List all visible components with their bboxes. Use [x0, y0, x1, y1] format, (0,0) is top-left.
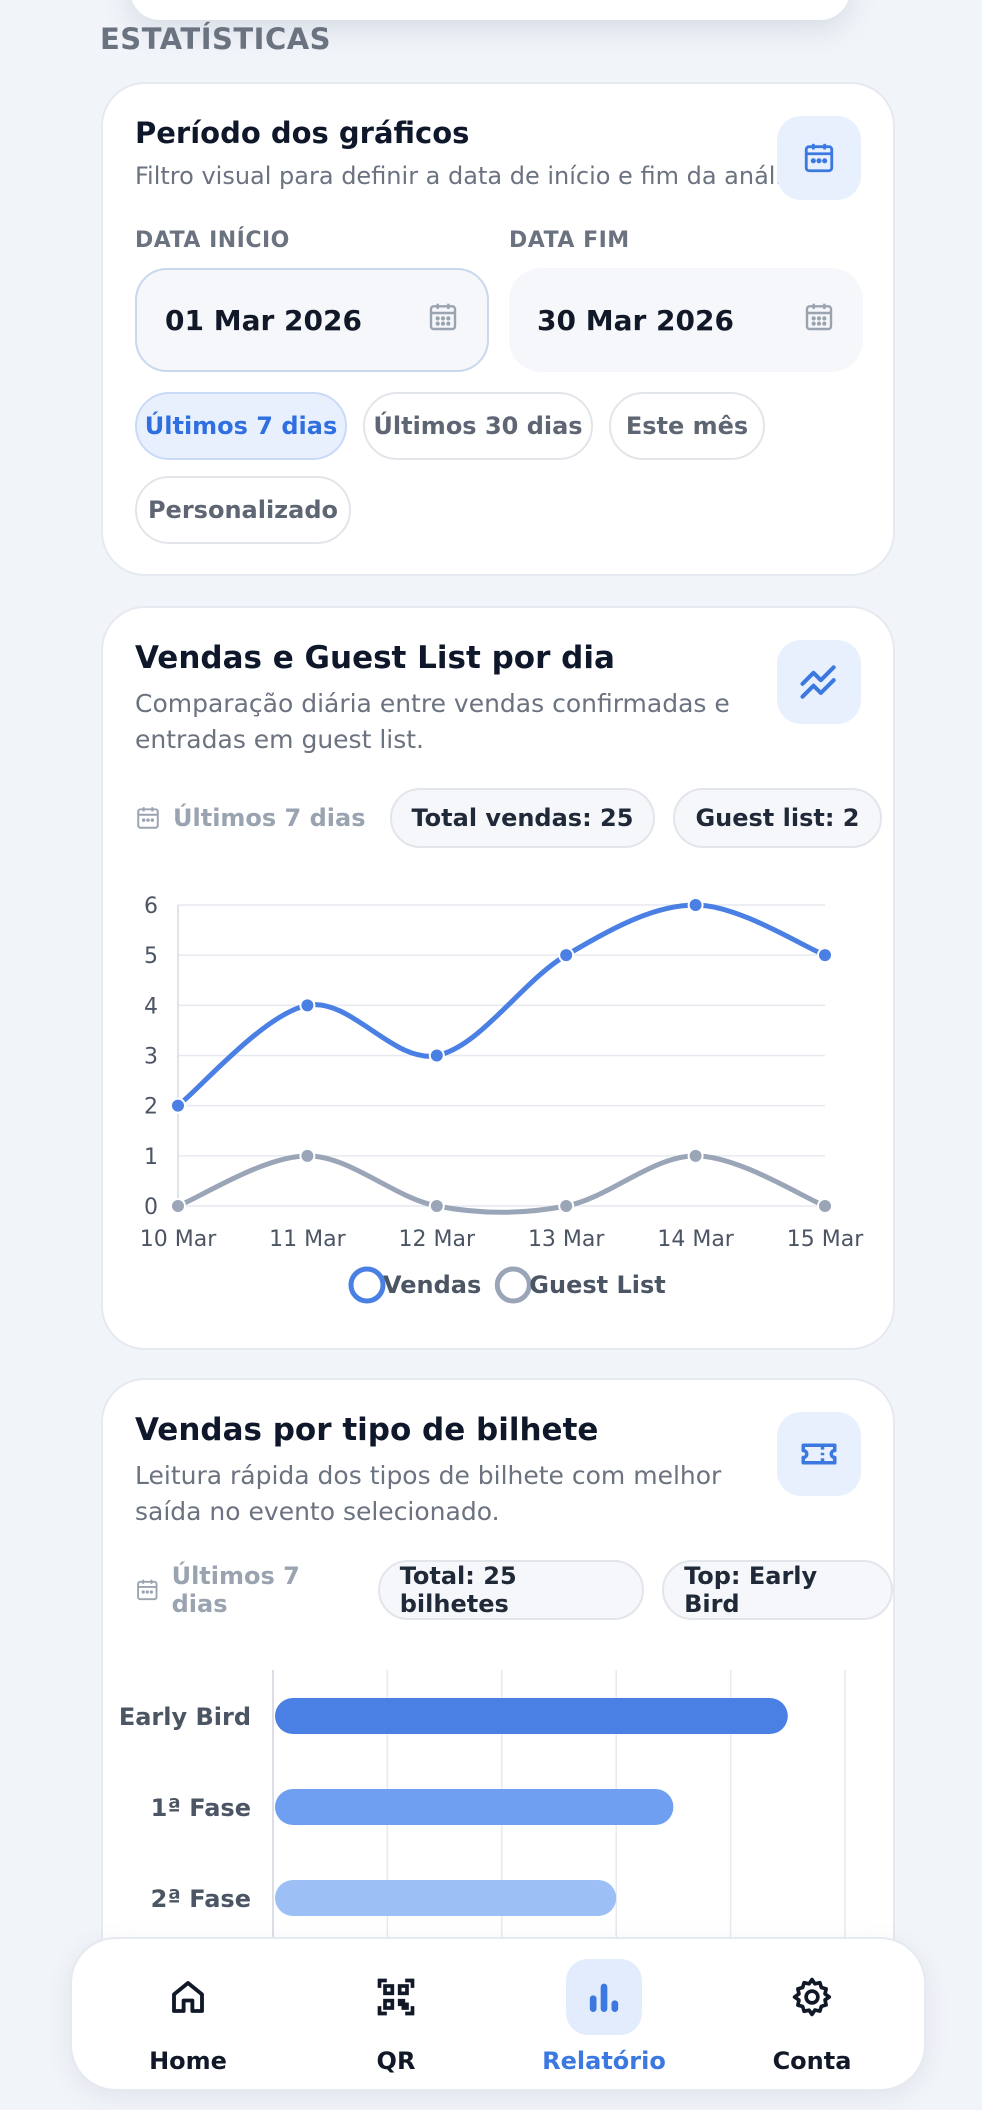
- bar-category-label: 1ª Fase: [151, 1794, 251, 1822]
- y-tick-label: 5: [144, 944, 158, 969]
- bottom-nav: Home QR Relatório Conta: [70, 1937, 926, 2091]
- data-point: [687, 897, 704, 913]
- ticket-total-pill: Total: 25 bilhetes: [377, 1560, 645, 1620]
- chip-custom[interactable]: Personalizado: [135, 476, 351, 544]
- nav-qr[interactable]: QR: [296, 1939, 496, 2093]
- nav-account[interactable]: Conta: [712, 1939, 912, 2093]
- data-point: [170, 1198, 186, 1214]
- data-point: [299, 997, 316, 1014]
- top-ticket-pill: Top: Early Bird: [662, 1560, 893, 1620]
- previous-card-edge: [130, 0, 850, 20]
- x-tick-label: 14 Mar: [657, 1227, 734, 1252]
- period-card-subtitle: Filtro visual para definir a data de iní…: [135, 162, 818, 190]
- data-point: [558, 947, 575, 964]
- bar: [275, 1698, 788, 1734]
- ticket-card-title: Vendas por tipo de bilhete: [135, 1412, 599, 1448]
- y-tick-label: 3: [144, 1045, 158, 1070]
- calendar-icon: [803, 301, 835, 340]
- sales-period: Últimos 7 dias: [135, 804, 366, 832]
- x-tick-label: 10 Mar: [140, 1227, 217, 1252]
- ticket-icon: [777, 1412, 861, 1496]
- sales-card-subtitle-1: Comparação diária entre vendas confirmad…: [135, 689, 730, 718]
- sales-chart-card: Vendas e Guest List por dia Comparação d…: [101, 606, 895, 1350]
- y-tick-label: 6: [144, 894, 158, 919]
- ticket-period: Últimos 7 dias: [135, 1562, 354, 1618]
- nav-home-label: Home: [149, 2047, 227, 2075]
- calendar-icon: [777, 116, 861, 200]
- sales-line-chart: 0 1 2 3 4 5 6 10 Mar 11 Mar 12 Mar 13 Mar 14 Mar 15 …: [140, 894, 864, 1304]
- y-tick-label: 0: [144, 1195, 158, 1220]
- legend-marker: [348, 1266, 386, 1304]
- start-date-value: 01 Mar 2026: [165, 303, 362, 337]
- nav-home[interactable]: Home: [88, 1939, 288, 2093]
- nav-report[interactable]: Relatório: [504, 1939, 704, 2093]
- chip-last-30-days[interactable]: Últimos 30 dias: [363, 392, 593, 460]
- ticket-stat-row: Últimos 7 dias Total: 25 bilhetes Top: E…: [135, 1560, 893, 1620]
- x-tick-label: 13 Mar: [528, 1227, 605, 1252]
- calendar-icon: [137, 1579, 158, 1601]
- chip-this-month[interactable]: Este mês: [609, 392, 765, 460]
- nav-account-label: Conta: [772, 2047, 852, 2075]
- x-tick-label: 11 Mar: [269, 1227, 346, 1252]
- bar-category-label: Early Bird: [119, 1703, 251, 1731]
- data-point: [299, 1147, 316, 1164]
- bar-chart-icon: [566, 1959, 642, 2035]
- sales-card-title: Vendas e Guest List por dia: [135, 640, 615, 676]
- bar: [275, 1789, 674, 1825]
- legend-marker: [494, 1266, 532, 1304]
- sales-card-subtitle-2: entradas em guest list.: [135, 725, 425, 754]
- guest-list-pill: Guest list: 2: [673, 788, 882, 848]
- data-point: [428, 1047, 445, 1064]
- sales-period-label: Últimos 7 dias: [173, 804, 366, 832]
- calendar-icon: [137, 807, 159, 829]
- trend-icon: [777, 640, 861, 724]
- ticket-period-label: Últimos 7 dias: [171, 1562, 300, 1618]
- series-line-guest-list: [175, 1153, 828, 1215]
- data-point: [170, 1097, 186, 1114]
- sales-stat-row: Últimos 7 dias Total vendas: 25 Guest li…: [135, 788, 882, 848]
- end-date-input[interactable]: 30 Mar 2026: [509, 268, 863, 372]
- end-date-label: DATA FIM: [509, 228, 630, 253]
- period-card-title: Período dos gráficos: [135, 116, 470, 150]
- gear-icon: [774, 1959, 850, 2035]
- end-date-value: 30 Mar 2026: [537, 303, 734, 337]
- y-tick-label: 2: [144, 1095, 158, 1120]
- y-tick-label: 1: [144, 1145, 158, 1170]
- ticket-card-subtitle-1: Leitura rápida dos tipos de bilhete com …: [135, 1461, 722, 1490]
- nav-qr-label: QR: [376, 2047, 416, 2075]
- start-date-label: DATA INÍCIO: [135, 228, 290, 253]
- total-sales-pill: Total vendas: 25: [389, 788, 656, 848]
- chip-last-7-days[interactable]: Últimos 7 dias: [135, 392, 347, 460]
- x-tick-label: 15 Mar: [787, 1227, 864, 1252]
- data-point: [558, 1198, 575, 1214]
- bar: [275, 1880, 617, 1916]
- legend-label: Vendas: [383, 1271, 481, 1299]
- ticket-chart-card: Vendas por tipo de bilhete Leitura rápid…: [101, 1378, 895, 2018]
- y-tick-label: 4: [144, 994, 158, 1019]
- data-point: [817, 947, 833, 964]
- nav-report-label: Relatório: [542, 2047, 666, 2075]
- calendar-icon: [427, 301, 459, 340]
- start-date-input[interactable]: 01 Mar 2026: [135, 268, 489, 372]
- ticket-card-subtitle-2: saída no evento selecionado.: [135, 1497, 500, 1526]
- data-point: [428, 1198, 445, 1214]
- qr-icon: [358, 1959, 434, 2035]
- data-point: [817, 1198, 833, 1214]
- legend-label: Guest List: [529, 1271, 665, 1299]
- data-point: [687, 1147, 704, 1164]
- period-card: Período dos gráficos Filtro visual para …: [101, 82, 895, 576]
- home-icon: [150, 1959, 226, 2035]
- x-tick-label: 12 Mar: [399, 1227, 476, 1252]
- section-title: ESTATÍSTICAS: [100, 22, 332, 56]
- bar-category-label: 2ª Fase: [151, 1885, 251, 1913]
